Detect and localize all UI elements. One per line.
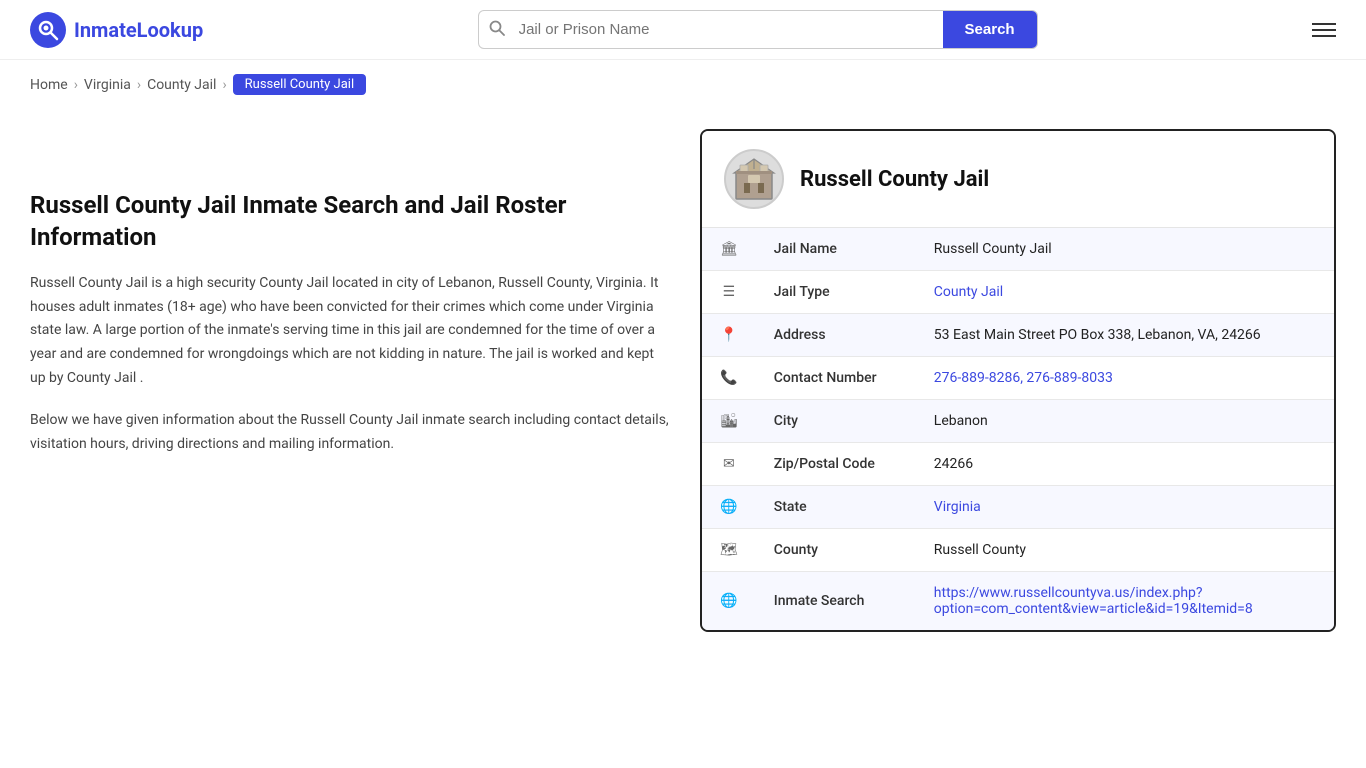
table-row: 📍Address53 East Main Street PO Box 338, … bbox=[702, 314, 1334, 357]
table-row: 📞Contact Number 276-889-8286, 276-889-803… bbox=[702, 357, 1334, 400]
row-value: Russell County bbox=[916, 529, 1334, 572]
row-label: Contact Number bbox=[756, 357, 916, 400]
hamburger-menu[interactable] bbox=[1312, 23, 1336, 37]
logo-text: InmateLookup bbox=[74, 18, 203, 42]
page-heading: Russell County Jail Inmate Search and Ja… bbox=[30, 189, 670, 254]
left-panel: Russell County Jail Inmate Search and Ja… bbox=[30, 129, 670, 632]
row-value: Lebanon bbox=[916, 400, 1334, 443]
table-row: 🗺CountyRussell County bbox=[702, 529, 1334, 572]
breadcrumb-sep-2: › bbox=[137, 77, 141, 93]
row-icon: 🌐 bbox=[702, 486, 756, 529]
card-title: Russell County Jail bbox=[800, 167, 989, 192]
logo-icon bbox=[30, 12, 66, 48]
description-paragraph-2: Below we have given information about th… bbox=[30, 409, 670, 457]
main-content: Russell County Jail Inmate Search and Ja… bbox=[0, 109, 1366, 672]
row-icon: 📍 bbox=[702, 314, 756, 357]
row-icon: ☰ bbox=[702, 271, 756, 314]
breadcrumb-home[interactable]: Home bbox=[30, 77, 68, 93]
info-table: 🏛Jail NameRussell County Jail☰Jail TypeC… bbox=[702, 228, 1334, 630]
logo-link[interactable]: InmateLookup bbox=[30, 12, 203, 48]
row-icon: 🗺 bbox=[702, 529, 756, 572]
search-icon bbox=[479, 20, 515, 40]
jail-avatar bbox=[724, 149, 784, 209]
row-icon: ✉ bbox=[702, 443, 756, 486]
breadcrumb-virginia[interactable]: Virginia bbox=[84, 77, 131, 93]
row-value: 53 East Main Street PO Box 338, Lebanon,… bbox=[916, 314, 1334, 357]
row-icon: 🌐 bbox=[702, 572, 756, 631]
row-icon: 🏙 bbox=[702, 400, 756, 443]
row-value[interactable]: Virginia bbox=[916, 486, 1334, 529]
row-label: City bbox=[756, 400, 916, 443]
row-value: Russell County Jail bbox=[916, 228, 1334, 271]
table-row: ✉Zip/Postal Code24266 bbox=[702, 443, 1334, 486]
search-input[interactable] bbox=[515, 11, 943, 48]
row-label: County bbox=[756, 529, 916, 572]
row-icon: 🏛 bbox=[702, 228, 756, 271]
row-label: Inmate Search bbox=[756, 572, 916, 631]
row-label: Zip/Postal Code bbox=[756, 443, 916, 486]
row-value[interactable]: https://www.russellcountyva.us/index.php… bbox=[916, 572, 1334, 631]
breadcrumb-active: Russell County Jail bbox=[233, 74, 366, 95]
table-row: 🏛Jail NameRussell County Jail bbox=[702, 228, 1334, 271]
row-value: 24266 bbox=[916, 443, 1334, 486]
row-link[interactable]: Virginia bbox=[934, 499, 981, 515]
row-label: Address bbox=[756, 314, 916, 357]
row-label: Jail Name bbox=[756, 228, 916, 271]
breadcrumb: Home › Virginia › County Jail › Russell … bbox=[0, 60, 1366, 109]
row-value[interactable]: County Jail bbox=[916, 271, 1334, 314]
search-bar: Search bbox=[478, 10, 1038, 49]
row-link[interactable]: County Jail bbox=[934, 284, 1003, 300]
row-link[interactable]: 276-889-8286, 276-889-8033 bbox=[934, 370, 1113, 386]
description-paragraph-1: Russell County Jail is a high security C… bbox=[30, 272, 670, 391]
header: InmateLookup Search bbox=[0, 0, 1366, 60]
breadcrumb-sep-1: › bbox=[74, 77, 78, 93]
breadcrumb-county-jail[interactable]: County Jail bbox=[147, 77, 216, 93]
table-row: ☰Jail Type County Jail bbox=[702, 271, 1334, 314]
row-icon: 📞 bbox=[702, 357, 756, 400]
table-row: 🏙CityLebanon bbox=[702, 400, 1334, 443]
table-row: 🌐Inmate Search https://www.russellcountyv… bbox=[702, 572, 1334, 631]
row-label: Jail Type bbox=[756, 271, 916, 314]
row-value[interactable]: 276-889-8286, 276-889-8033 bbox=[916, 357, 1334, 400]
row-label: State bbox=[756, 486, 916, 529]
table-row: 🌐State Virginia bbox=[702, 486, 1334, 529]
card-header: Russell County Jail bbox=[702, 131, 1334, 228]
breadcrumb-sep-3: › bbox=[222, 77, 226, 93]
row-link[interactable]: https://www.russellcountyva.us/index.php… bbox=[934, 585, 1253, 617]
info-card: Russell County Jail 🏛Jail NameRussell Co… bbox=[700, 129, 1336, 632]
search-button[interactable]: Search bbox=[943, 11, 1037, 48]
